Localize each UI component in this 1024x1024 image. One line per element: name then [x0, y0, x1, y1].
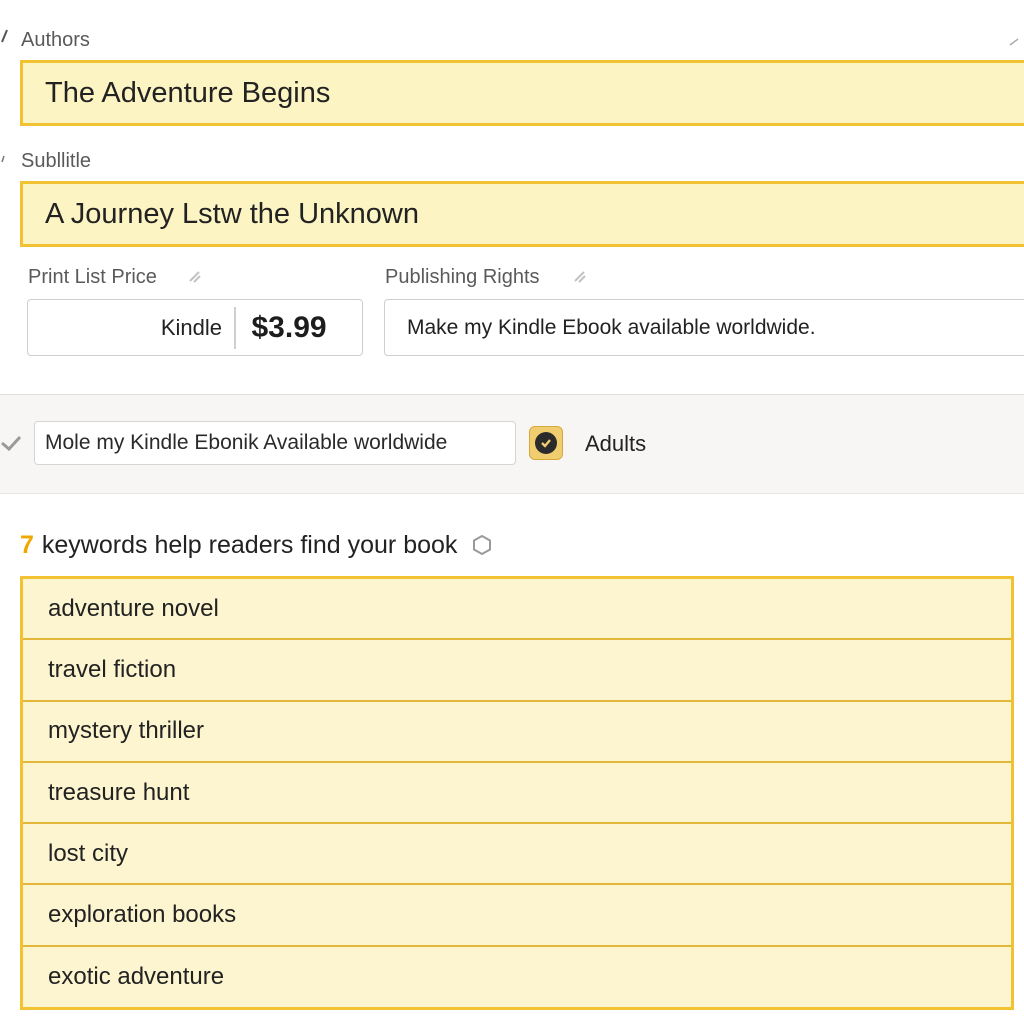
keywords-heading: 7 keywords help readers find your book [20, 528, 493, 562]
price-value: $3.99 [251, 310, 327, 344]
availability-input-value: Mole my Kindle Ebonik Available worldwid… [45, 431, 448, 454]
checkmark-icon [535, 432, 557, 454]
authors-value: The Adventure Begins [45, 76, 331, 109]
adults-checkbox[interactable] [529, 426, 563, 460]
info-icon[interactable] [571, 268, 589, 291]
keywords-count: 7 [20, 530, 34, 559]
price-label: Print List Price [28, 266, 157, 288]
keywords-list: adventure novel travel fiction mystery t… [20, 576, 1014, 1010]
keyword-value: travel fiction [48, 655, 177, 683]
keyword-value: lost city [48, 839, 129, 867]
rights-label: Publishing Rights [385, 266, 540, 288]
adults-label: Adults [585, 431, 647, 456]
authors-label: Authors [21, 29, 90, 51]
keyword-value: exotic adventure [48, 963, 225, 991]
keyword-field[interactable]: travel fiction [23, 640, 1011, 702]
keyword-value: mystery thriller [48, 717, 205, 745]
chevron-left-icon[interactable] [0, 433, 22, 458]
keyword-field[interactable]: exploration books [23, 885, 1011, 947]
keyword-value: adventure novel [48, 594, 219, 622]
keyword-field[interactable]: lost city [23, 824, 1011, 886]
price-format: Kindle [160, 314, 222, 340]
subtitle-value: A Journey Lstw the Unknown [45, 197, 419, 230]
keyword-value: treasure hunt [48, 778, 190, 806]
keyword-field[interactable]: treasure hunt [23, 763, 1011, 825]
keyword-field[interactable]: mystery thriller [23, 702, 1011, 763]
corner-mark-icon [1008, 34, 1024, 52]
keyword-field[interactable]: exotic adventure [23, 947, 1011, 1008]
availability-input[interactable]: Mole my Kindle Ebonik Available worldwid… [34, 421, 516, 465]
keyword-field[interactable]: adventure novel [23, 579, 1011, 641]
subtitle-label: Subllitle [21, 150, 92, 172]
rights-value: Make my Kindle Ebook available worldwide… [407, 315, 816, 339]
price-field[interactable]: Kindle $3.99 [27, 299, 363, 356]
pencil-icon [0, 28, 10, 51]
keywords-heading-text: keywords help readers find your book [41, 530, 458, 559]
keyword-value: exploration books [48, 901, 237, 929]
info-icon[interactable] [186, 268, 204, 291]
help-icon[interactable] [471, 534, 493, 556]
pencil-icon [0, 150, 10, 173]
subtitle-input[interactable]: A Journey Lstw the Unknown [20, 181, 1024, 247]
authors-input[interactable]: The Adventure Begins [20, 60, 1024, 126]
rights-field[interactable]: Make my Kindle Ebook available worldwide… [384, 299, 1024, 356]
